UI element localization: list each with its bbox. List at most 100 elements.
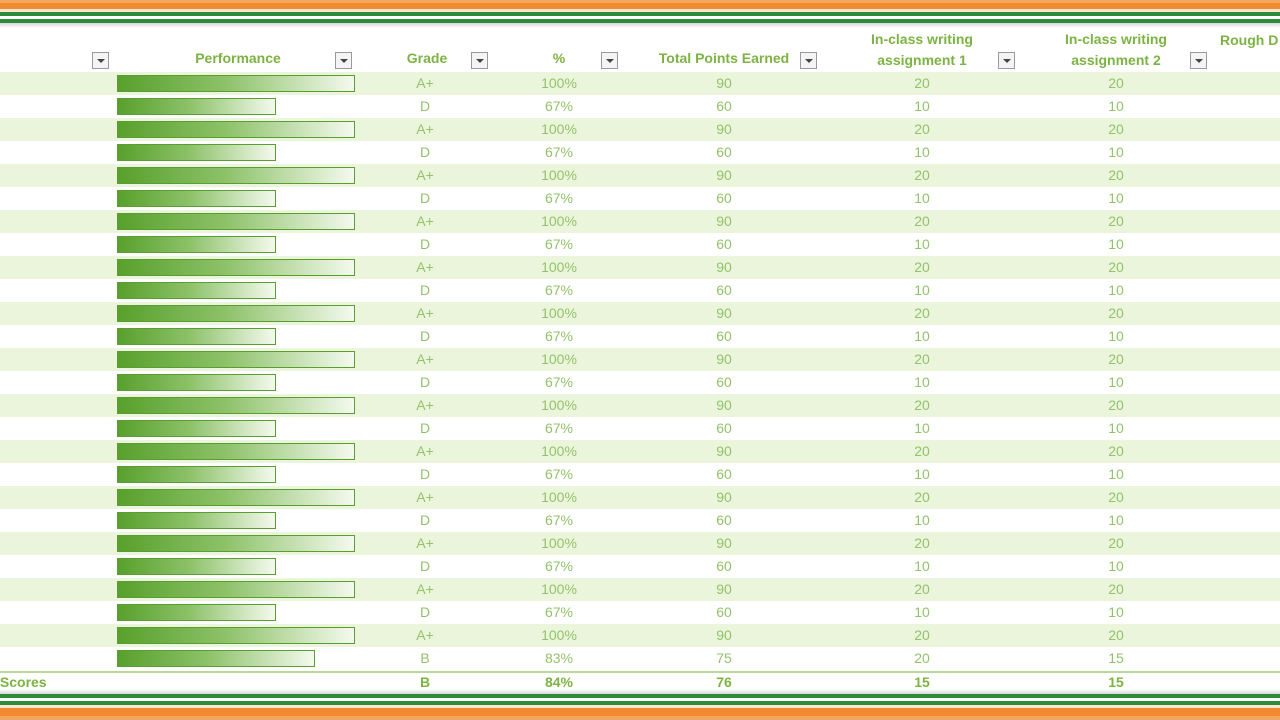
- percent-cell[interactable]: 100%: [494, 440, 624, 463]
- writing-assignment-1-cell[interactable]: 20: [824, 486, 1020, 509]
- grade-cell[interactable]: D: [360, 95, 490, 118]
- grade-cell[interactable]: A+: [360, 210, 490, 233]
- writing-assignment-1-cell[interactable]: 10: [824, 601, 1020, 624]
- table-row[interactable]: B 83% 75 20 15: [0, 647, 1280, 670]
- total-points-cell[interactable]: 60: [624, 141, 824, 164]
- grade-cell[interactable]: A+: [360, 394, 490, 417]
- grade-cell[interactable]: D: [360, 325, 490, 348]
- table-row[interactable]: A+ 100% 90 20 20: [0, 440, 1280, 463]
- writing-assignment-2-cell[interactable]: 20: [1020, 164, 1212, 187]
- writing-assignment-2-cell[interactable]: 20: [1020, 440, 1212, 463]
- percent-cell[interactable]: 100%: [494, 210, 624, 233]
- filter-dropdown-button[interactable]: [601, 52, 618, 69]
- percent-cell[interactable]: 67%: [494, 279, 624, 302]
- writing-assignment-2-cell[interactable]: 10: [1020, 279, 1212, 302]
- percent-cell[interactable]: 100%: [494, 486, 624, 509]
- writing-assignment-2-cell[interactable]: 20: [1020, 118, 1212, 141]
- table-row[interactable]: A+ 100% 90 20 20: [0, 118, 1280, 141]
- percent-cell[interactable]: 67%: [494, 325, 624, 348]
- writing-assignment-1-cell[interactable]: 20: [824, 118, 1020, 141]
- percent-cell[interactable]: 67%: [494, 233, 624, 256]
- writing-assignment-2-cell[interactable]: 10: [1020, 417, 1212, 440]
- writing-assignment-2-cell[interactable]: 10: [1020, 95, 1212, 118]
- grade-cell[interactable]: A+: [360, 440, 490, 463]
- table-row[interactable]: D 67% 60 10 10: [0, 233, 1280, 256]
- grade-cell[interactable]: D: [360, 187, 490, 210]
- table-row[interactable]: A+ 100% 90 20 20: [0, 624, 1280, 647]
- table-row[interactable]: A+ 100% 90 20 20: [0, 578, 1280, 601]
- total-points-cell[interactable]: 90: [624, 624, 824, 647]
- table-row[interactable]: A+ 100% 90 20 20: [0, 486, 1280, 509]
- total-points-cell[interactable]: 75: [624, 647, 824, 670]
- percent-cell[interactable]: 100%: [494, 256, 624, 279]
- grade-cell[interactable]: A+: [360, 118, 490, 141]
- filter-dropdown-button[interactable]: [335, 52, 352, 69]
- writing-assignment-1-cell[interactable]: 20: [824, 302, 1020, 325]
- grade-cell[interactable]: A+: [360, 486, 490, 509]
- table-row[interactable]: A+ 100% 90 20 20: [0, 210, 1280, 233]
- grade-cell[interactable]: D: [360, 279, 490, 302]
- total-points-cell[interactable]: 60: [624, 463, 824, 486]
- writing-assignment-1-cell[interactable]: 10: [824, 509, 1020, 532]
- writing-assignment-2-cell[interactable]: 20: [1020, 578, 1212, 601]
- grade-cell[interactable]: A+: [360, 164, 490, 187]
- grade-cell[interactable]: A+: [360, 72, 490, 95]
- total-points-cell[interactable]: 60: [624, 233, 824, 256]
- percent-cell[interactable]: 67%: [494, 95, 624, 118]
- percent-cell[interactable]: 67%: [494, 509, 624, 532]
- grade-cell[interactable]: A+: [360, 302, 490, 325]
- writing-assignment-1-cell[interactable]: 20: [824, 256, 1020, 279]
- percent-cell[interactable]: 67%: [494, 601, 624, 624]
- writing-assignment-2-cell[interactable]: 10: [1020, 509, 1212, 532]
- percent-cell[interactable]: 100%: [494, 302, 624, 325]
- grade-cell[interactable]: D: [360, 601, 490, 624]
- writing-assignment-2-cell[interactable]: 10: [1020, 233, 1212, 256]
- writing-assignment-2-cell[interactable]: 20: [1020, 256, 1212, 279]
- table-row[interactable]: D 67% 60 10 10: [0, 187, 1280, 210]
- grade-cell[interactable]: D: [360, 417, 490, 440]
- writing-assignment-1-cell[interactable]: 20: [824, 164, 1020, 187]
- filter-dropdown-button[interactable]: [92, 52, 109, 69]
- writing-assignment-2-cell[interactable]: 10: [1020, 371, 1212, 394]
- percent-cell[interactable]: 100%: [494, 118, 624, 141]
- percent-cell[interactable]: 100%: [494, 394, 624, 417]
- table-row[interactable]: A+ 100% 90 20 20: [0, 532, 1280, 555]
- grade-cell[interactable]: A+: [360, 348, 490, 371]
- filter-dropdown-button[interactable]: [1190, 52, 1207, 69]
- grade-cell[interactable]: A+: [360, 578, 490, 601]
- table-row[interactable]: D 67% 60 10 10: [0, 555, 1280, 578]
- total-points-cell[interactable]: 90: [624, 164, 824, 187]
- percent-cell[interactable]: 100%: [494, 624, 624, 647]
- percent-cell[interactable]: 100%: [494, 164, 624, 187]
- writing-assignment-1-cell[interactable]: 10: [824, 555, 1020, 578]
- writing-assignment-1-cell[interactable]: 10: [824, 279, 1020, 302]
- writing-assignment-2-cell[interactable]: 20: [1020, 210, 1212, 233]
- total-points-cell[interactable]: 90: [624, 348, 824, 371]
- writing-assignment-1-cell[interactable]: 10: [824, 141, 1020, 164]
- writing-assignment-1-cell[interactable]: 10: [824, 95, 1020, 118]
- percent-cell[interactable]: 100%: [494, 578, 624, 601]
- total-points-cell[interactable]: 60: [624, 325, 824, 348]
- table-row[interactable]: D 67% 60 10 10: [0, 371, 1280, 394]
- grade-cell[interactable]: D: [360, 555, 490, 578]
- total-points-cell[interactable]: 60: [624, 555, 824, 578]
- percent-cell[interactable]: 67%: [494, 417, 624, 440]
- grade-cell[interactable]: A+: [360, 256, 490, 279]
- table-row[interactable]: A+ 100% 90 20 20: [0, 348, 1280, 371]
- table-row[interactable]: D 67% 60 10 10: [0, 325, 1280, 348]
- writing-assignment-2-cell[interactable]: 20: [1020, 348, 1212, 371]
- writing-assignment-2-cell[interactable]: 15: [1020, 647, 1212, 670]
- writing-assignment-1-cell[interactable]: 20: [824, 624, 1020, 647]
- writing-assignment-1-cell[interactable]: 20: [824, 72, 1020, 95]
- writing-assignment-2-cell[interactable]: 10: [1020, 555, 1212, 578]
- grade-cell[interactable]: A+: [360, 532, 490, 555]
- total-points-cell[interactable]: 90: [624, 256, 824, 279]
- writing-assignment-1-cell[interactable]: 20: [824, 647, 1020, 670]
- percent-cell[interactable]: 100%: [494, 348, 624, 371]
- writing-assignment-2-cell[interactable]: 10: [1020, 463, 1212, 486]
- table-row[interactable]: A+ 100% 90 20 20: [0, 72, 1280, 95]
- table-row[interactable]: D 67% 60 10 10: [0, 141, 1280, 164]
- total-points-cell[interactable]: 90: [624, 72, 824, 95]
- writing-assignment-2-cell[interactable]: 20: [1020, 532, 1212, 555]
- percent-cell[interactable]: 100%: [494, 72, 624, 95]
